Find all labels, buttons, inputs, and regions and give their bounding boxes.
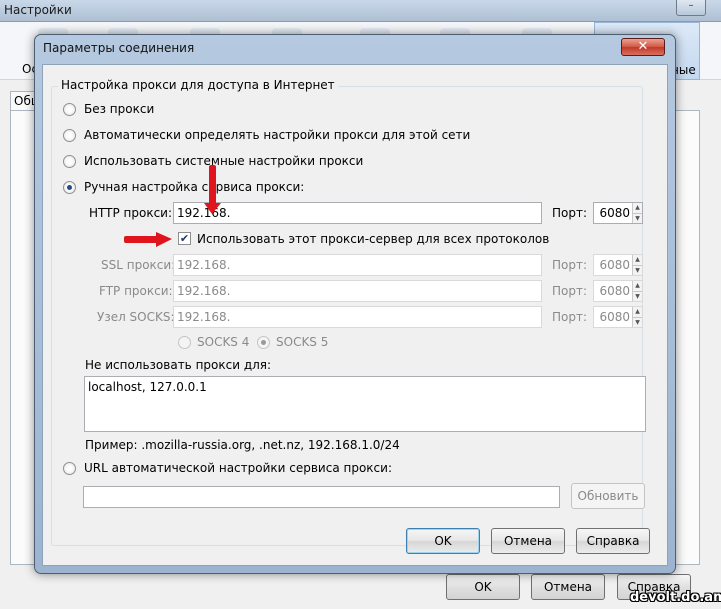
annotation-overlay	[124, 165, 221, 247]
watermark: devolt.do.am	[630, 590, 721, 605]
red-arrow-down-icon	[204, 165, 221, 214]
red-arrow-right-icon	[124, 232, 172, 247]
